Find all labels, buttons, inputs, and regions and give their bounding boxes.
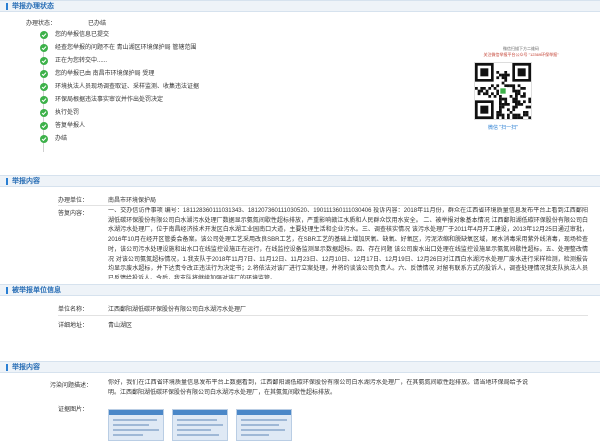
evidence-label: 证据图片： [58, 407, 89, 413]
qr-code-icon [474, 62, 532, 120]
status-value: 已办结 [88, 21, 107, 27]
progress-step-label: 环保局根据违法事实审议并作出处罚决定 [55, 97, 164, 103]
check-circle-icon [40, 135, 48, 143]
section-accent-bar [6, 178, 8, 185]
evidence-image-thumbnail[interactable] [108, 409, 164, 441]
evidence-image-thumbnail[interactable] [172, 409, 228, 441]
section-accent-bar [6, 287, 8, 294]
section-title-complaint: 举报内容 [12, 364, 40, 371]
issue-label: 污染问题描述： [50, 383, 93, 389]
address-value: 青山湖区 [108, 323, 133, 329]
check-circle-icon [40, 122, 48, 130]
section-accent-bar [6, 3, 8, 10]
reply-content-label: 答复内容： [58, 211, 89, 217]
unit-name-label: 单位名称： [58, 307, 89, 313]
issue-text: 你好，我们在江西省环境质量信息发布平台上数据看到，江西鄱阳湖低碳环保股份有限公司… [108, 380, 528, 396]
qr-code-graphic [475, 63, 532, 120]
section-header-content: 举报内容 [0, 175, 600, 187]
progress-step-label: 您的举报已由 南昌市环境保护局 受理 [55, 71, 155, 77]
check-circle-icon [40, 83, 48, 91]
progress-step-label: 正在为您转交中...... [55, 58, 108, 64]
section-header-complaint: 举报内容 [0, 361, 600, 373]
divider [58, 205, 588, 206]
check-circle-icon [40, 57, 48, 65]
qr-caption: 微信 "扫一扫" [488, 125, 518, 131]
section-title-status: 举报办理状态 [12, 3, 54, 10]
check-circle-icon [40, 70, 48, 78]
address-label: 详细地址： [58, 323, 89, 329]
progress-step-label: 答复举报人 [55, 123, 86, 129]
handling-unit-value: 南昌市环境保护局 [108, 198, 157, 204]
section-header-status: 举报办理状态 [0, 0, 600, 12]
reply-content-text: 一、交办信访件事项 编号：181128360111031343、18120736… [108, 208, 588, 279]
status-row: 办理状态： 已办结 [26, 19, 106, 29]
unit-name-value: 江西鄱阳湖低碳环保股份有限公司白水湖污水处理厂 [108, 307, 247, 313]
evidence-image-thumbnail[interactable] [236, 409, 292, 441]
check-circle-icon [40, 44, 48, 52]
progress-step-label: 环境执法人员现场调查取证、采样监测、收集违法证据 [55, 84, 200, 90]
handling-unit-label: 办理单位： [58, 198, 89, 204]
progress-step-label: 您的举报信息已提交 [55, 32, 110, 38]
wechat-qr-panel: 微信扫描下方二维码 关注微信举报平台公众号 "12369环保举报" 微信 "扫一… [466, 28, 576, 148]
section-title-target: 被举报单位信息 [12, 287, 61, 294]
section-header-target: 被举报单位信息 [0, 284, 600, 296]
progress-step-label: 办结 [55, 136, 68, 142]
qr-follow-note: 关注微信举报平台公众号 "12369环保举报" [483, 52, 559, 57]
status-label: 办理状态： [26, 21, 57, 27]
section-accent-bar [6, 364, 8, 371]
progress-step-label: 执行处罚 [55, 110, 80, 116]
section-title-content: 举报内容 [12, 178, 40, 185]
progress-step-label: 经查您举报的问题不在 青山湖区环境保护局 管辖范围 [55, 45, 197, 51]
check-circle-icon [40, 31, 48, 39]
check-circle-icon [40, 96, 48, 104]
divider [58, 315, 588, 316]
check-circle-icon [40, 109, 48, 117]
